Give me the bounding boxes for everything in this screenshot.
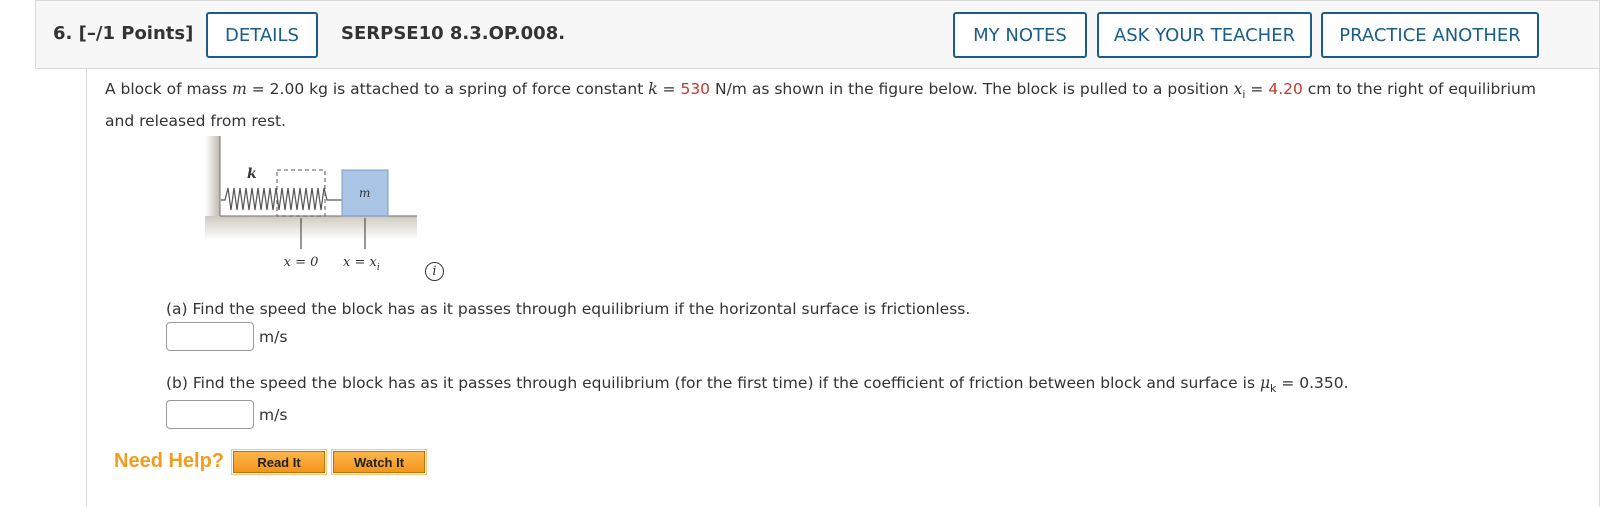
problem-text-3: = xyxy=(657,80,681,98)
problem-text-4: N/m as shown in the figure below. The bl… xyxy=(710,80,1234,98)
details-button[interactable]: DETAILS xyxy=(206,12,318,58)
spring-constant-variable: k xyxy=(648,80,658,98)
read-it-button[interactable]: Read It xyxy=(231,449,327,475)
part-b-answer-input[interactable] xyxy=(166,400,254,429)
xi-label-main: x = x xyxy=(343,255,377,270)
problem-text-2: = 2.00 kg is attached to a spring of for… xyxy=(246,80,649,98)
x0-label: x = 0 xyxy=(284,255,319,270)
floor xyxy=(205,216,417,240)
question-heading: 6. [–/1 Points] xyxy=(53,23,193,44)
part-a-answer-row: m/s xyxy=(166,322,287,351)
part-b-answer-row: m/s xyxy=(166,400,287,429)
part-b-question-text: (b) Find the speed the block has as it p… xyxy=(166,374,1260,392)
question-header: 6. [–/1 Points] DETAILS SERPSE10 8.3.OP.… xyxy=(35,0,1600,69)
xi-label-subscript: i xyxy=(377,263,380,273)
problem-text-5: = xyxy=(1245,80,1269,98)
problem-statement: A block of mass m = 2.00 kg is attached … xyxy=(105,76,1567,135)
question-code: SERPSE10 8.3.OP.008. xyxy=(341,23,566,44)
part-b-question-value: = 0.350. xyxy=(1276,374,1349,392)
my-notes-button[interactable]: MY NOTES xyxy=(953,12,1087,58)
wall xyxy=(205,136,220,220)
part-a-unit: m/s xyxy=(259,327,288,346)
spring-block-figure: k m x = 0 x = xi xyxy=(205,136,417,273)
practice-another-button[interactable]: PRACTICE ANOTHER xyxy=(1321,12,1539,58)
question-number: 6. xyxy=(53,23,73,44)
spring-coil xyxy=(221,187,342,211)
friction-coefficient-variable: μ xyxy=(1259,374,1271,392)
points-label: [–/1 Points] xyxy=(78,23,194,44)
part-b-unit: m/s xyxy=(259,405,288,424)
info-icon[interactable]: i xyxy=(425,262,444,281)
part-a-question: (a) Find the speed the block has as it p… xyxy=(166,300,971,318)
mass-label: m xyxy=(359,186,370,200)
part-a-answer-input[interactable] xyxy=(166,322,254,351)
mass-variable: m xyxy=(232,80,247,98)
need-help-label: Need Help? xyxy=(114,450,225,472)
spring-constant-value: 530 xyxy=(680,80,711,98)
position-value: 4.20 xyxy=(1268,80,1303,98)
part-b-question: (b) Find the speed the block has as it p… xyxy=(166,374,1349,395)
watch-it-button[interactable]: Watch It xyxy=(331,449,427,475)
problem-text-1: A block of mass xyxy=(105,80,233,98)
xi-label: x = xi xyxy=(343,255,380,273)
ask-your-teacher-button[interactable]: ASK YOUR TEACHER xyxy=(1097,12,1312,58)
spring-label: k xyxy=(247,166,257,182)
